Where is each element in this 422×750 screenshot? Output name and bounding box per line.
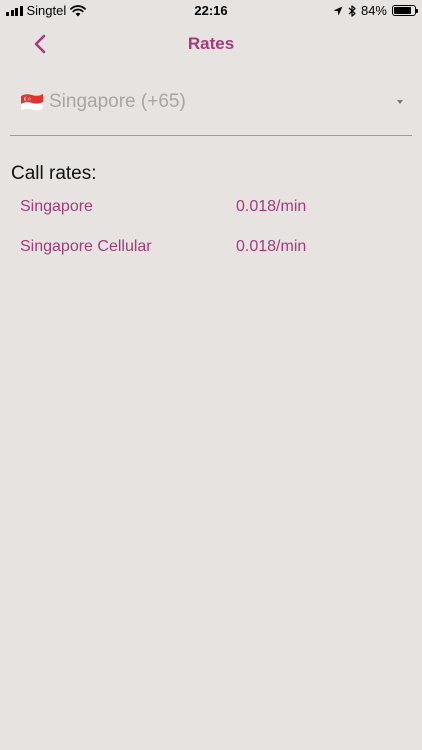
bluetooth-icon bbox=[348, 4, 356, 17]
country-select[interactable]: Singapore (+65) bbox=[10, 82, 412, 136]
rate-row: Singapore 0.018/min bbox=[20, 198, 410, 222]
rate-destination: Singapore bbox=[20, 198, 93, 215]
call-rates-heading: Call rates: bbox=[11, 163, 97, 184]
rate-price: 0.018/min bbox=[236, 238, 307, 255]
country-select-value: Singapore (+65) bbox=[49, 91, 186, 112]
dropdown-arrow-icon bbox=[397, 100, 403, 104]
singapore-flag-icon bbox=[20, 94, 44, 111]
location-icon bbox=[333, 6, 343, 15]
status-right: 84% bbox=[333, 3, 418, 18]
nav-bar: Rates bbox=[0, 22, 422, 66]
rate-destination: Singapore Cellular bbox=[20, 238, 152, 255]
battery-fill bbox=[394, 7, 411, 14]
battery-icon bbox=[392, 5, 418, 16]
rate-price: 0.018/min bbox=[236, 198, 307, 215]
status-bar: Singtel 22:16 84% bbox=[0, 0, 422, 22]
page-title: Rates bbox=[187, 34, 235, 53]
rate-row: Singapore Cellular 0.018/min bbox=[20, 238, 410, 262]
battery-percent: 84% bbox=[360, 3, 387, 18]
